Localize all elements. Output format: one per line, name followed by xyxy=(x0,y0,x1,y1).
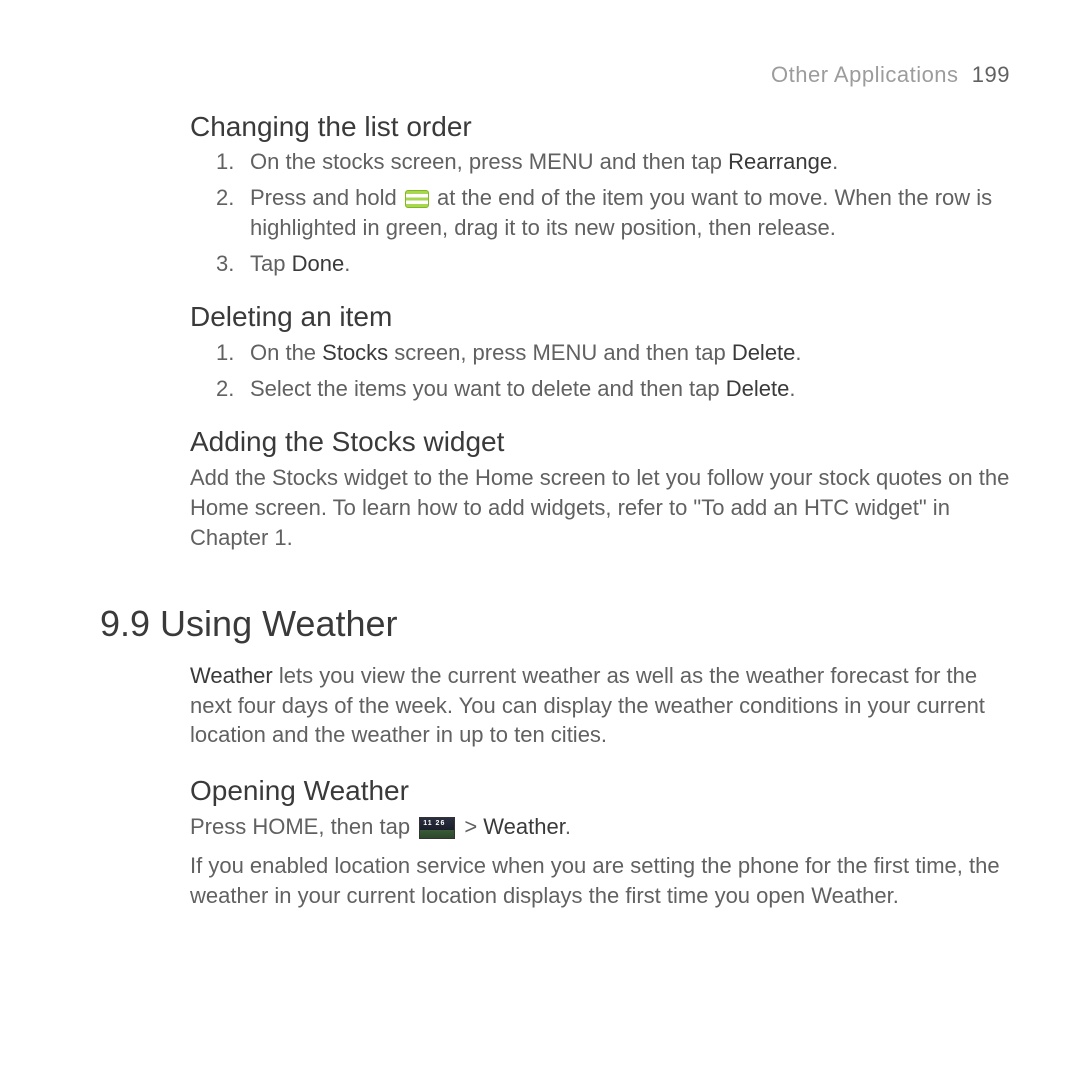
header-section: Other Applications xyxy=(771,62,959,87)
steps-change-list-order: 1. On the stocks screen, press MENU and … xyxy=(216,147,1010,278)
heading-change-list-order: Changing the list order xyxy=(190,108,1010,146)
page-header: Other Applications 199 xyxy=(100,60,1010,90)
step-number: 1. xyxy=(216,147,234,177)
heading-using-weather: 9.9 Using Weather xyxy=(100,600,1010,649)
step-item: 3. Tap Done. xyxy=(216,249,1010,279)
body-adding-stocks-widget: Add the Stocks widget to the Home screen… xyxy=(190,463,1010,552)
step-text: Tap Done. xyxy=(250,251,350,276)
drag-handle-icon xyxy=(405,190,429,208)
steps-deleting-item: 1. On the Stocks screen, press MENU and … xyxy=(216,338,1010,403)
body-using-weather: Weather lets you view the current weathe… xyxy=(190,661,1010,750)
step-number: 2. xyxy=(216,374,234,404)
body-opening-weather-line2: If you enabled location service when you… xyxy=(190,851,1010,910)
step-item: 1. On the stocks screen, press MENU and … xyxy=(216,147,1010,177)
step-number: 1. xyxy=(216,338,234,368)
step-text: On the Stocks screen, press MENU and the… xyxy=(250,340,802,365)
step-number: 2. xyxy=(216,183,234,213)
heading-deleting-item: Deleting an item xyxy=(190,298,1010,336)
step-item: 2. Press and hold at the end of the item… xyxy=(216,183,1010,242)
home-weather-icon xyxy=(419,817,455,839)
heading-adding-stocks-widget: Adding the Stocks widget xyxy=(190,423,1010,461)
step-text: Select the items you want to delete and … xyxy=(250,376,795,401)
step-item: 1. On the Stocks screen, press MENU and … xyxy=(216,338,1010,368)
step-item: 2. Select the items you want to delete a… xyxy=(216,374,1010,404)
body-opening-weather-line1: Press HOME, then tap > Weather. xyxy=(190,812,1010,842)
heading-opening-weather: Opening Weather xyxy=(190,772,1010,810)
header-page-number: 199 xyxy=(972,62,1010,87)
step-text: Press and hold at the end of the item yo… xyxy=(250,185,992,240)
step-text: On the stocks screen, press MENU and the… xyxy=(250,149,838,174)
step-number: 3. xyxy=(216,249,234,279)
